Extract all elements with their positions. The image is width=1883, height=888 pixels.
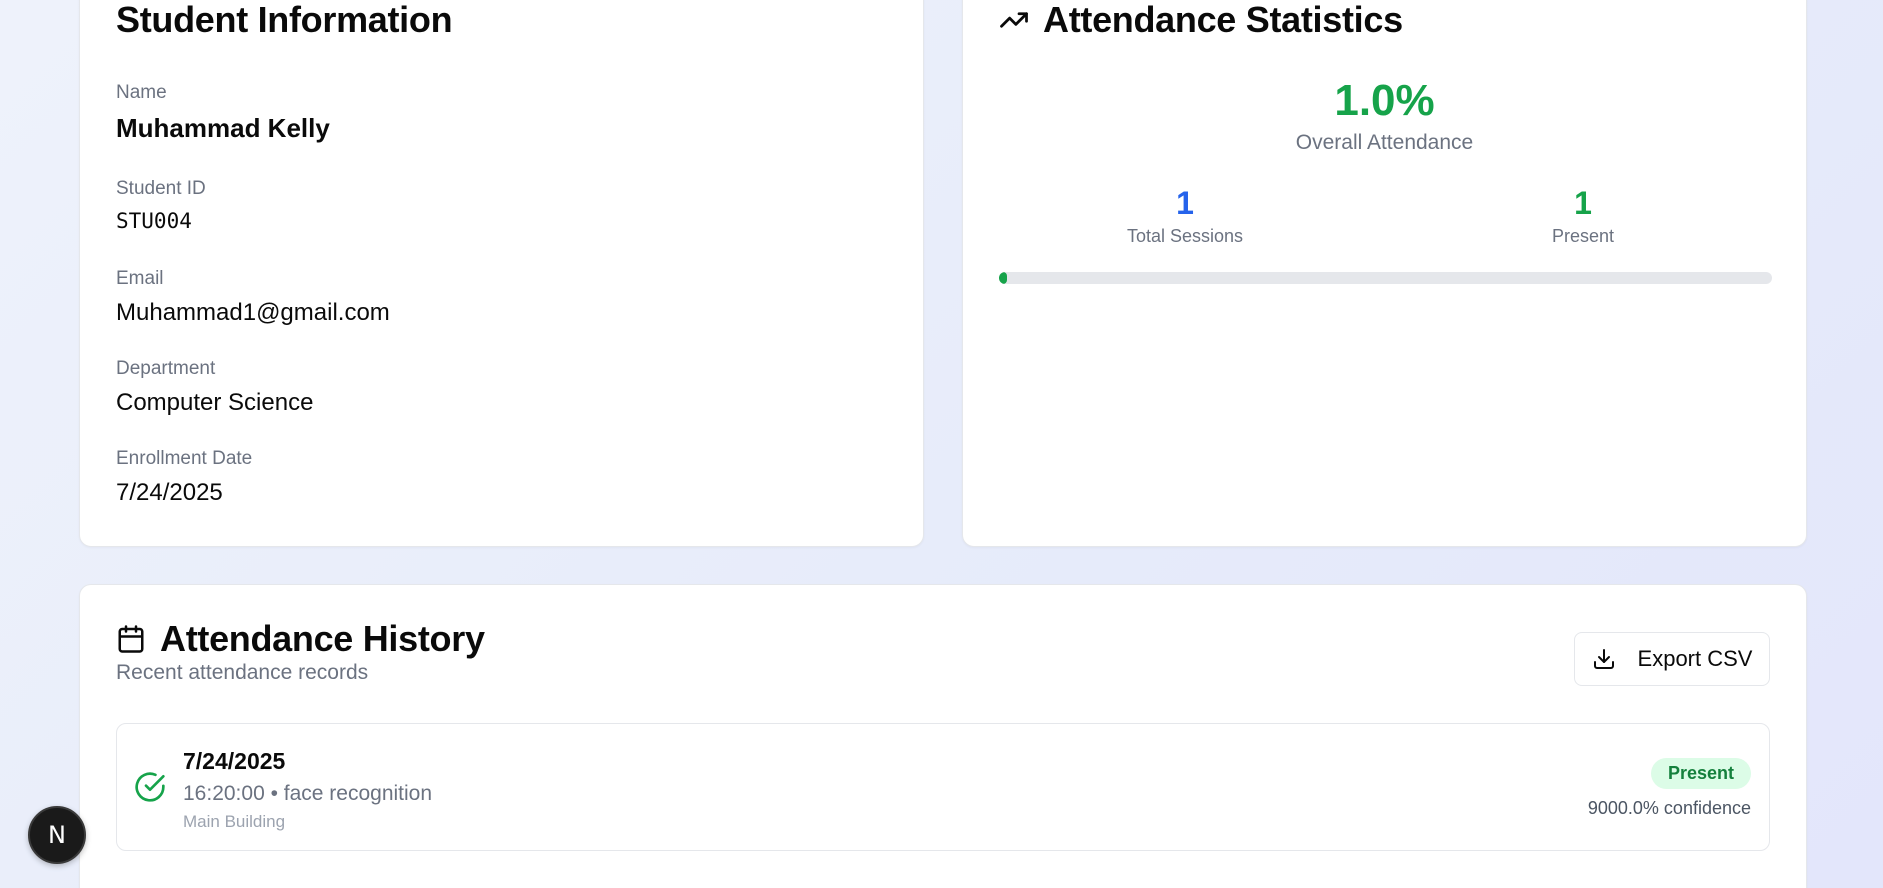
export-csv-button[interactable]: Export CSV xyxy=(1574,632,1770,686)
record-time-method: 16:20:00 • face recognition xyxy=(183,782,433,805)
total-sessions-label: Total Sessions xyxy=(1126,226,1244,246)
history-title: Attendance History xyxy=(160,618,485,659)
present-stat: 1 Present xyxy=(1383,185,1783,247)
record-date: 7/24/2025 xyxy=(183,748,286,774)
enrollment-field: Enrollment Date 7/24/2025 xyxy=(116,448,252,507)
present-value: 1 xyxy=(1574,185,1592,221)
trending-up-icon xyxy=(999,5,1029,35)
student-info-card: Student Information Name Muhammad Kelly … xyxy=(79,0,924,547)
export-csv-label: Export CSV xyxy=(1637,646,1753,671)
history-title-row: Attendance History xyxy=(116,618,485,660)
overall-attendance-label: Overall Attendance xyxy=(1295,131,1474,154)
download-icon xyxy=(1592,647,1616,671)
attendance-progress-bar xyxy=(999,272,1772,284)
student-id-field: Student ID STU004 xyxy=(116,178,206,233)
department-label: Department xyxy=(116,358,216,379)
attendance-record[interactable]: 7/24/2025 16:20:00 • face recognition Ma… xyxy=(116,723,1770,851)
stats-title-row: Attendance Statistics xyxy=(999,0,1403,41)
nextjs-dev-indicator-button[interactable]: N xyxy=(28,806,86,864)
check-circle-icon xyxy=(134,771,166,808)
attendance-history-card: Attendance History Recent attendance rec… xyxy=(79,584,1807,888)
student-id-label: Student ID xyxy=(116,178,206,199)
page: Student Information Name Muhammad Kelly … xyxy=(0,0,1883,888)
name-field: Name Muhammad Kelly xyxy=(116,82,330,144)
department-value: Computer Science xyxy=(116,389,314,416)
record-location: Main Building xyxy=(183,812,286,831)
email-field: Email Muhammad1@gmail.com xyxy=(116,268,390,327)
attendance-progress-fill xyxy=(999,272,1007,284)
total-sessions-value: 1 xyxy=(1176,185,1194,221)
history-subtitle: Recent attendance records xyxy=(116,661,369,684)
total-sessions-stat: 1 Total Sessions xyxy=(985,185,1385,247)
overall-attendance-value: 1.0% xyxy=(1334,76,1435,125)
email-value: Muhammad1@gmail.com xyxy=(116,299,390,326)
record-confidence: 9000.0% confidence xyxy=(1587,798,1751,818)
student-name: Muhammad Kelly xyxy=(116,113,330,143)
stats-title: Attendance Statistics xyxy=(1043,0,1403,40)
student-info-title: Student Information xyxy=(116,0,453,40)
status-badge: Present xyxy=(1650,758,1751,789)
student-id-value: STU004 xyxy=(116,209,192,233)
email-label: Email xyxy=(116,268,164,289)
present-label: Present xyxy=(1551,226,1615,246)
name-label: Name xyxy=(116,82,167,103)
enrollment-value: 7/24/2025 xyxy=(116,479,223,506)
enrollment-label: Enrollment Date xyxy=(116,448,253,469)
calendar-icon xyxy=(116,624,146,654)
n-logo-icon: N xyxy=(48,821,66,849)
attendance-stats-card: Attendance Statistics 1.0% Overall Atten… xyxy=(962,0,1807,547)
department-field: Department Computer Science xyxy=(116,358,313,417)
